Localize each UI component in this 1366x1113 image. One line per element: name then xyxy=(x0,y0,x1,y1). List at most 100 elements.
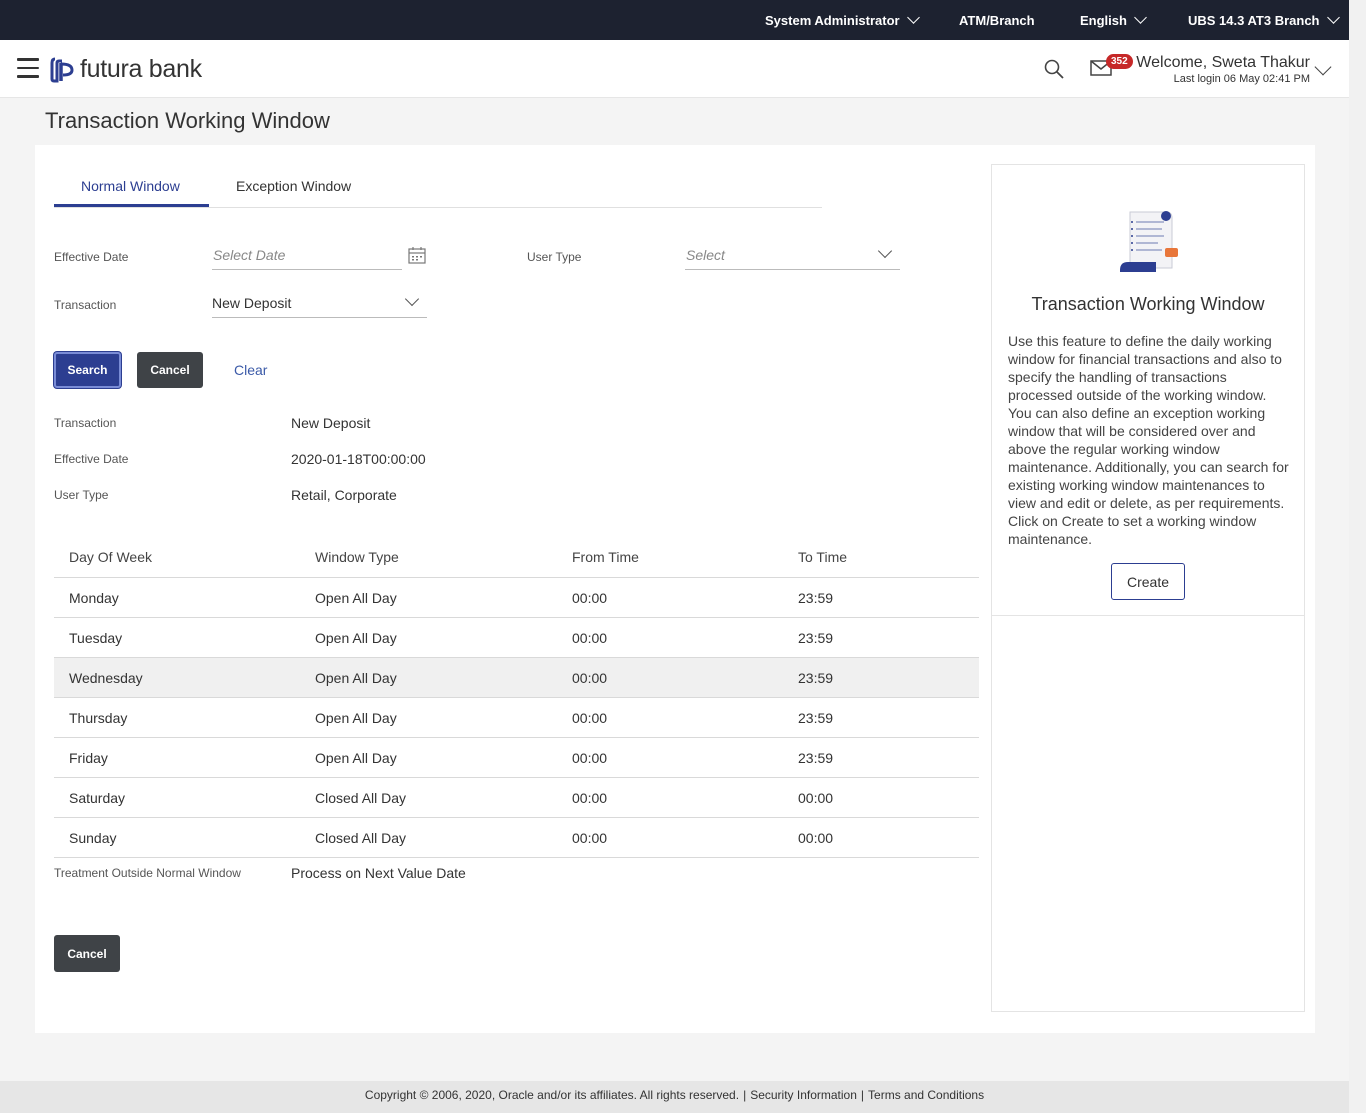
atm-branch-link[interactable]: ATM/Branch xyxy=(959,13,1035,28)
col-day-of-week: Day Of Week xyxy=(69,549,152,565)
cell-to-time: 00:00 xyxy=(798,829,834,846)
help-panel: Transaction Working Window Use this feat… xyxy=(991,164,1305,1012)
role-menu[interactable]: System Administrator xyxy=(765,11,920,28)
user-type-select[interactable]: Select xyxy=(685,240,900,270)
table-row[interactable]: Wednesday Open All Day 00:00 23:59 xyxy=(54,658,979,698)
cell-to-time: 23:59 xyxy=(798,629,834,646)
cell-window-type: Open All Day xyxy=(315,709,397,726)
col-to-time: To Time xyxy=(798,549,848,565)
cell-from-time: 00:00 xyxy=(572,669,608,686)
document-illustration-icon xyxy=(1120,211,1178,272)
tab-normal-window[interactable]: Normal Window xyxy=(81,178,180,194)
vertical-scrollbar[interactable] xyxy=(1349,0,1366,1113)
help-title: Transaction Working Window xyxy=(1031,294,1265,314)
cell-window-type: Closed All Day xyxy=(315,789,407,806)
col-from-time: From Time xyxy=(572,549,639,565)
chevron-down-icon xyxy=(404,291,420,307)
notification-badge[interactable]: 352 xyxy=(1106,54,1133,69)
search-icon[interactable] xyxy=(1044,59,1064,79)
logo-icon xyxy=(50,57,74,83)
help-divider xyxy=(992,615,1304,616)
treatment-value: Process on Next Value Date xyxy=(291,865,466,881)
branch-menu[interactable]: UBS 14.3 AT3 Branch xyxy=(1188,11,1340,28)
create-button[interactable]: Create xyxy=(1111,563,1185,600)
brand-name: futura bank xyxy=(80,55,202,83)
transaction-value: New Deposit xyxy=(212,295,292,311)
cell-to-time: 00:00 xyxy=(798,789,834,806)
menu-icon[interactable] xyxy=(17,58,39,78)
language-menu[interactable]: English xyxy=(1080,11,1147,28)
chevron-down-icon xyxy=(1134,11,1147,24)
tab-exception-window[interactable]: Exception Window xyxy=(236,178,351,194)
cell-day: Monday xyxy=(69,589,119,606)
table-row[interactable]: Sunday Closed All Day 00:00 00:00 xyxy=(54,818,979,858)
cell-day: Tuesday xyxy=(69,629,123,646)
table-row[interactable]: Tuesday Open All Day 00:00 23:59 xyxy=(54,618,979,658)
brand-logo[interactable]: futura bank xyxy=(50,55,202,84)
table-row[interactable]: Monday Open All Day 00:00 23:59 xyxy=(54,578,979,618)
table-row[interactable]: Friday Open All Day 00:00 23:59 xyxy=(54,738,979,778)
cell-from-time: 00:00 xyxy=(572,829,608,846)
cell-to-time: 23:59 xyxy=(798,709,834,726)
effective-date-placeholder: Select Date xyxy=(213,247,286,263)
cell-day: Sunday xyxy=(69,829,117,846)
effective-date-field[interactable]: Select Date xyxy=(212,240,426,270)
table-row[interactable]: Saturday Closed All Day 00:00 00:00 xyxy=(54,778,979,818)
cell-to-time: 23:59 xyxy=(798,669,834,686)
treatment-label: Treatment Outside Normal Window xyxy=(54,866,241,880)
top-bar: System Administrator ATM/Branch English … xyxy=(0,0,1349,40)
calendar-icon[interactable] xyxy=(408,247,426,264)
detail-effective-date-label: Effective Date xyxy=(54,452,129,466)
cell-from-time: 00:00 xyxy=(572,629,608,646)
effective-date-label: Effective Date xyxy=(54,250,129,264)
app-header: futura bank 352 Welcome, Sweta Thakur La… xyxy=(0,40,1349,98)
working-window-table: Day Of Week Window Type From Time To Tim… xyxy=(54,537,979,858)
cell-day: Friday xyxy=(69,749,108,766)
cell-from-time: 00:00 xyxy=(572,789,608,806)
welcome-text: Welcome, Sweta Thakur xyxy=(1136,54,1310,71)
role-label: System Administrator xyxy=(765,13,900,28)
active-tab-indicator xyxy=(54,204,209,207)
cell-window-type: Closed All Day xyxy=(315,829,407,846)
cell-from-time: 00:00 xyxy=(572,749,608,766)
cell-day: Wednesday xyxy=(69,669,143,686)
clear-link[interactable]: Clear xyxy=(234,362,267,378)
detail-user-type-value: Retail, Corporate xyxy=(291,487,397,503)
table-row[interactable]: Thursday Open All Day 00:00 23:59 xyxy=(54,698,979,738)
chevron-down-icon xyxy=(1326,11,1340,24)
terms-link[interactable]: Terms and Conditions xyxy=(868,1088,984,1102)
security-information-link[interactable]: Security Information xyxy=(750,1088,857,1102)
language-label: English xyxy=(1080,13,1127,28)
transaction-select[interactable]: New Deposit xyxy=(212,288,427,318)
cell-window-type: Open All Day xyxy=(315,669,397,686)
detail-transaction-label: Transaction xyxy=(54,416,117,430)
user-info[interactable]: Welcome, Sweta Thakur Last login 06 May … xyxy=(1136,54,1310,85)
cell-window-type: Open All Day xyxy=(315,589,397,606)
last-login-text: Last login 06 May 02:41 PM xyxy=(1173,73,1310,85)
tab-bar: Normal Window Exception Window xyxy=(54,165,822,208)
cell-from-time: 00:00 xyxy=(572,709,608,726)
cell-window-type: Open All Day xyxy=(315,749,397,766)
detail-user-type-label: User Type xyxy=(54,488,109,502)
search-button[interactable]: Search xyxy=(54,352,121,388)
table-header: Day Of Week Window Type From Time To Tim… xyxy=(54,537,979,578)
cell-to-time: 23:59 xyxy=(798,749,834,766)
detail-effective-date-value: 2020-01-18T00:00:00 xyxy=(291,451,426,467)
copyright-text: Copyright © 2006, 2020, Oracle and/or it… xyxy=(364,1088,740,1102)
cell-window-type: Open All Day xyxy=(315,629,397,646)
chevron-down-icon xyxy=(877,243,893,259)
cancel-button[interactable]: Cancel xyxy=(137,352,203,388)
branch-label: UBS 14.3 AT3 Branch xyxy=(1188,13,1320,28)
col-window-type: Window Type xyxy=(315,549,399,565)
detail-transaction-value: New Deposit xyxy=(291,415,371,431)
cell-day: Thursday xyxy=(69,709,128,726)
atm-branch-label: ATM/Branch xyxy=(959,13,1035,28)
chevron-down-icon[interactable] xyxy=(1314,58,1332,76)
page-title: Transaction Working Window xyxy=(45,108,330,133)
bottom-cancel-button[interactable]: Cancel xyxy=(54,935,120,972)
footer: Copyright © 2006, 2020, Oracle and/or it… xyxy=(0,1081,1349,1113)
help-description: Use this feature to define the daily wor… xyxy=(1008,333,1289,547)
user-type-placeholder: Select xyxy=(686,247,725,263)
cell-from-time: 00:00 xyxy=(572,589,608,606)
transaction-label: Transaction xyxy=(54,298,117,312)
